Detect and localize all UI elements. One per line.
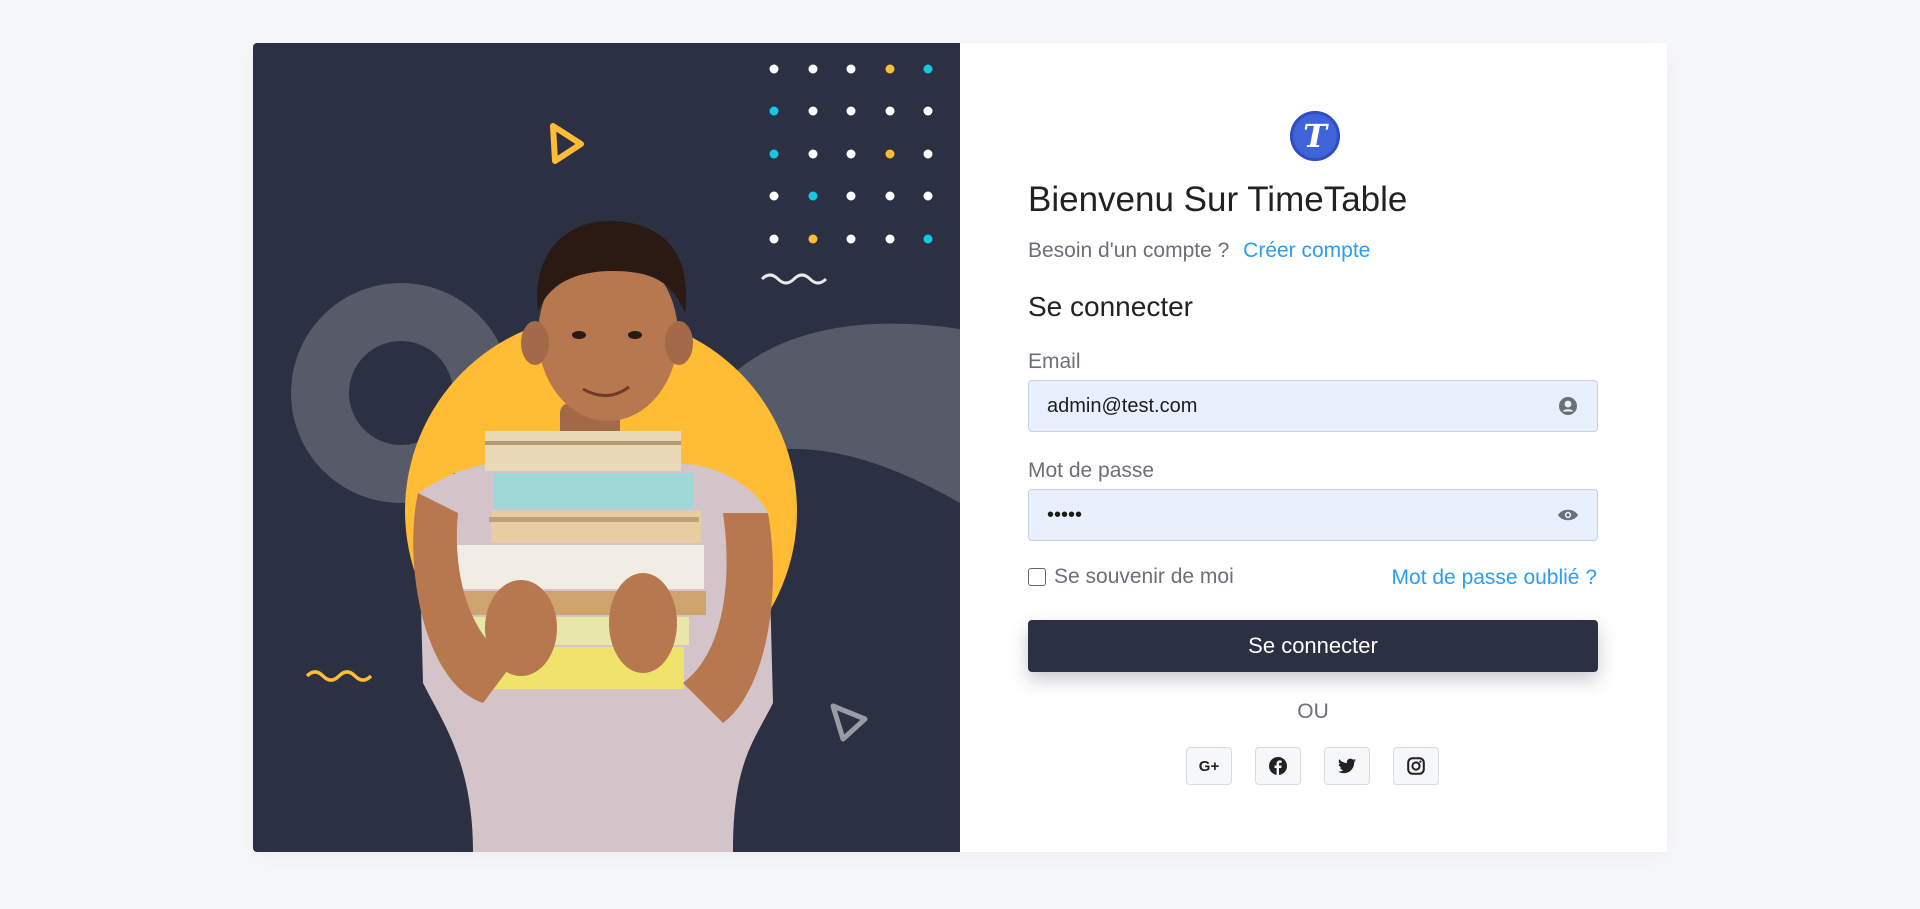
signup-prompt: Besoin d'un compte ? Créer compte (1028, 239, 1370, 263)
or-divider: OU (1297, 700, 1329, 723)
password-field[interactable] (1029, 490, 1557, 540)
signup-prompt-text: Besoin d'un compte ? (1028, 239, 1230, 262)
password-field-wrapper (1028, 489, 1598, 541)
remember-me-label: Se souvenir de moi (1054, 565, 1234, 588)
google-plus-icon: G+ (1198, 757, 1220, 775)
page-title: Bienvenu Sur TimeTable (1028, 180, 1408, 219)
form-panel (960, 43, 1667, 852)
dots-decoration (769, 64, 933, 244)
email-field[interactable] (1029, 381, 1557, 431)
login-heading: Se connecter (1028, 291, 1193, 322)
user-circle-icon (1557, 395, 1579, 417)
login-card (253, 43, 1667, 852)
remember-me-checkbox[interactable] (1028, 568, 1046, 586)
forgot-password-link[interactable]: Mot de passe oublié ? (1392, 566, 1597, 590)
facebook-button[interactable] (1255, 747, 1301, 785)
hero-illustration (291, 64, 960, 852)
password-label: Mot de passe (1028, 459, 1155, 482)
remember-me[interactable]: Se souvenir de moi (1028, 565, 1234, 589)
email-field-wrapper (1028, 380, 1598, 432)
facebook-icon (1269, 757, 1287, 775)
login-button[interactable]: Se connecter (1028, 620, 1598, 672)
instagram-button[interactable] (1393, 747, 1439, 785)
email-label: Email (1028, 350, 1081, 373)
app-logo: T (1290, 111, 1340, 161)
twitter-icon (1338, 758, 1356, 774)
twitter-button[interactable] (1324, 747, 1370, 785)
create-account-link[interactable]: Créer compte (1243, 239, 1370, 262)
social-login: G+ (1186, 747, 1439, 785)
instagram-icon (1407, 757, 1425, 775)
hero-panel (253, 43, 960, 852)
eye-icon[interactable] (1557, 504, 1579, 526)
google-plus-button[interactable]: G+ (1186, 747, 1232, 785)
